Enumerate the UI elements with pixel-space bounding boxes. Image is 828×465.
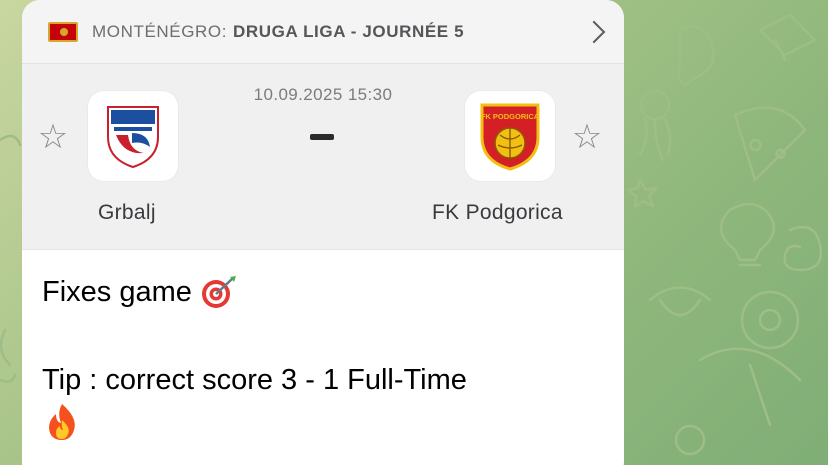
favorite-home-star-icon[interactable]: ☆ bbox=[36, 120, 70, 154]
target-dart-icon bbox=[200, 274, 238, 310]
message-line bbox=[42, 402, 624, 442]
chevron-right-icon[interactable] bbox=[588, 20, 602, 44]
message-bubble: MONTÉNÉGRO: DRUGA LIGA - JOURNÉE 5 10.09… bbox=[22, 0, 624, 465]
match-card[interactable]: 10.09.2025 15:30 ☆ ☆ FK PODGORICA Grbalj bbox=[22, 64, 624, 250]
away-team-logo: FK PODGORICA bbox=[465, 91, 555, 181]
grbalj-crest-icon bbox=[107, 106, 159, 169]
umbrella-doodle bbox=[698, 347, 802, 427]
score-separator bbox=[310, 134, 334, 140]
message-line: Tip : correct score 3 - 1 Full-Time bbox=[42, 358, 624, 402]
message-text: Fixes game Tip : correct score 3 - 1 Ful… bbox=[22, 250, 624, 442]
fixes-game-text: Fixes game bbox=[42, 276, 192, 308]
fire-icon bbox=[44, 402, 80, 442]
message-line: Fixes game bbox=[42, 270, 624, 314]
ball-doodle bbox=[740, 290, 800, 350]
fk-podgorica-crest-icon: FK PODGORICA bbox=[480, 103, 540, 171]
country-label: MONTÉNÉGRO: bbox=[92, 21, 228, 41]
star-doodle bbox=[626, 178, 658, 209]
gift-doodle bbox=[758, 13, 817, 62]
apple-doodle bbox=[674, 424, 706, 456]
home-team-name: Grbalj bbox=[98, 201, 156, 224]
bulb-doodle bbox=[720, 202, 775, 267]
fish-doodle bbox=[648, 286, 712, 317]
montenegro-flag-icon bbox=[48, 21, 78, 42]
pizza-doodle bbox=[733, 106, 807, 182]
league-title: MONTÉNÉGRO: DRUGA LIGA - JOURNÉE 5 bbox=[92, 22, 464, 42]
favorite-away-star-icon[interactable]: ☆ bbox=[570, 120, 604, 154]
spiral-doodle bbox=[783, 225, 823, 272]
league-header[interactable]: MONTÉNÉGRO: DRUGA LIGA - JOURNÉE 5 bbox=[22, 0, 624, 64]
jellyfish-doodle bbox=[639, 89, 671, 121]
tip-text: Tip : correct score 3 - 1 Full-Time bbox=[42, 364, 467, 396]
league-name: DRUGA LIGA - JOURNÉE 5 bbox=[233, 21, 465, 41]
crest-text: FK PODGORICA bbox=[481, 112, 540, 121]
home-team-logo bbox=[88, 91, 178, 181]
squid-doodle bbox=[677, 25, 715, 87]
away-team-name: FK Podgorica bbox=[432, 201, 563, 224]
